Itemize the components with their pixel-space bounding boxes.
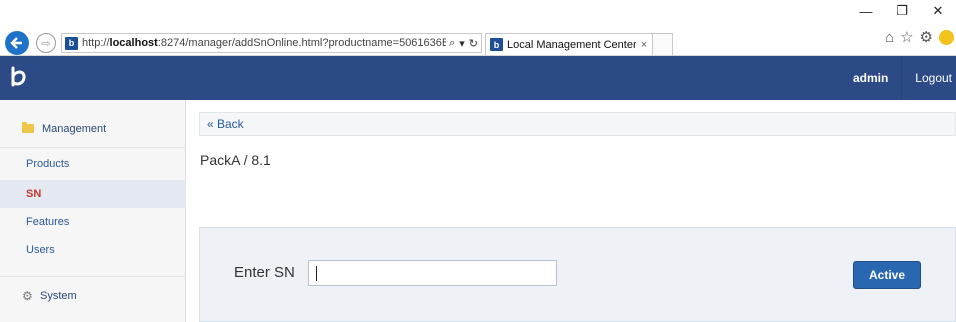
star-icon[interactable]: ☆ bbox=[900, 28, 913, 46]
close-window-button[interactable]: ✕ bbox=[920, 0, 956, 22]
sidebar-section-label: Management bbox=[42, 122, 107, 135]
search-icon[interactable]: ⌕ bbox=[449, 37, 455, 50]
forward-nav-button[interactable]: ⇨ bbox=[36, 33, 56, 53]
url-text: http://localhost:8274/manager/addSnOnlin… bbox=[82, 37, 447, 49]
home-icon[interactable]: ⌂ bbox=[885, 29, 894, 46]
window-controls: — ❐ ✕ bbox=[848, 0, 956, 22]
back-bar: « Back bbox=[199, 112, 956, 136]
browser-chrome: — ❐ ✕ ⇨ b http://localhost:8274/manager/… bbox=[0, 0, 956, 56]
active-button[interactable]: Active bbox=[853, 261, 921, 289]
text-caret bbox=[316, 266, 317, 281]
sn-label: Enter SN bbox=[234, 264, 295, 281]
sn-input[interactable] bbox=[308, 260, 557, 286]
sidebar-section-system[interactable]: ⚙ System bbox=[0, 276, 186, 314]
sidebar-section-management[interactable]: Management bbox=[0, 110, 186, 148]
app-topbar: admin Logout bbox=[0, 56, 956, 100]
folder-icon bbox=[22, 122, 34, 133]
sidebar-section-label: System bbox=[40, 289, 77, 302]
sidebar-item-sn[interactable]: SN bbox=[0, 180, 186, 208]
sidebar-item-features[interactable]: Features bbox=[0, 208, 186, 236]
minimize-button[interactable]: — bbox=[848, 0, 884, 22]
address-bar[interactable]: b http://localhost:8274/manager/addSnOnl… bbox=[61, 33, 482, 53]
gear-icon: ⚙ bbox=[22, 288, 33, 303]
back-link[interactable]: « Back bbox=[207, 117, 244, 131]
address-tools: ⌕ ▾ ↻ bbox=[446, 36, 481, 50]
tab-close-icon[interactable]: × bbox=[636, 39, 652, 51]
dropdown-icon[interactable]: ▾ bbox=[459, 37, 465, 50]
site-favicon-icon: b bbox=[65, 36, 78, 50]
arrow-right-icon: ⇨ bbox=[41, 37, 51, 50]
sn-form: Enter SN Active bbox=[199, 227, 956, 322]
sidebar: Management Products SN Features Users ⚙ … bbox=[0, 100, 186, 322]
tab-favicon-icon: b bbox=[490, 38, 503, 51]
browser-tab[interactable]: b Local Management Center × bbox=[485, 33, 653, 55]
logout-link[interactable]: Logout bbox=[902, 56, 956, 100]
gear-icon[interactable]: ⚙ bbox=[920, 28, 933, 46]
feedback-smiley-icon[interactable] bbox=[939, 29, 954, 45]
arrow-left-icon bbox=[10, 37, 22, 49]
top-nav: admin Logout bbox=[840, 56, 956, 100]
admin-menu[interactable]: admin bbox=[840, 56, 901, 100]
sidebar-item-users[interactable]: Users bbox=[0, 236, 186, 264]
browser-toolbar: ⌂ ☆ ⚙ bbox=[885, 28, 956, 46]
sidebar-item-products[interactable]: Products bbox=[0, 150, 186, 178]
refresh-icon[interactable]: ↻ bbox=[469, 37, 478, 50]
app-logo-icon[interactable] bbox=[8, 65, 30, 89]
new-tab-button[interactable] bbox=[653, 33, 673, 55]
breadcrumb: PackA / 8.1 bbox=[200, 152, 271, 168]
tab-title: Local Management Center bbox=[507, 38, 636, 51]
back-nav-button[interactable] bbox=[5, 31, 29, 55]
restore-button[interactable]: ❐ bbox=[884, 0, 920, 22]
